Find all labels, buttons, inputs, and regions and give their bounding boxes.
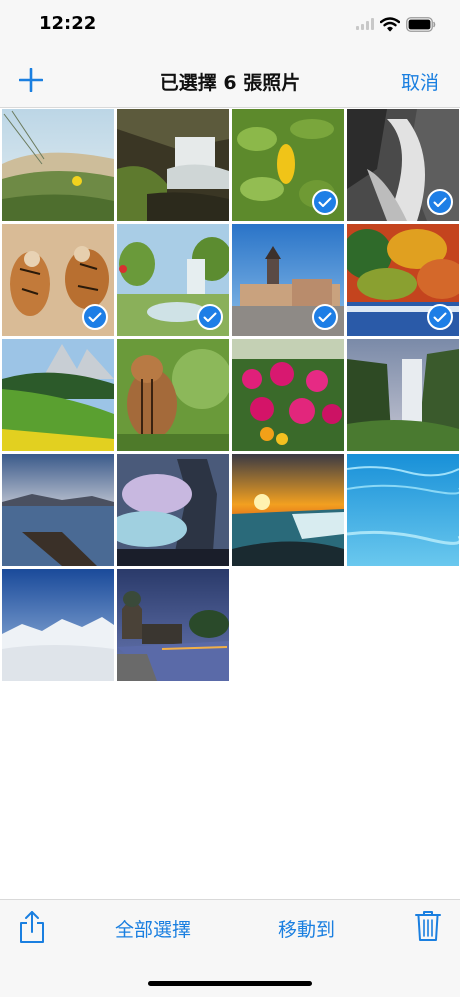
status-icons xyxy=(356,14,436,34)
home-indicator xyxy=(148,981,312,986)
cellular-signal-icon xyxy=(356,18,374,30)
photo-bw-waterfall[interactable] xyxy=(347,109,459,221)
selected-checkmark-icon xyxy=(312,304,338,330)
selected-checkmark-icon xyxy=(427,189,453,215)
photo-grid xyxy=(2,109,460,681)
trash-icon[interactable] xyxy=(415,910,441,942)
photo-waterfall-moss[interactable] xyxy=(117,109,229,221)
photo-cliff-waterfall[interactable] xyxy=(347,339,459,451)
wifi-icon xyxy=(380,16,400,32)
photo-garden-pond[interactable] xyxy=(117,224,229,336)
photo-lake-pier[interactable] xyxy=(2,454,114,566)
photo-old-town[interactable] xyxy=(232,224,344,336)
status-time: 12:22 xyxy=(39,13,97,34)
photo-sunset-waterfall[interactable] xyxy=(232,454,344,566)
battery-icon xyxy=(406,16,436,32)
photo-chipmunk[interactable] xyxy=(117,339,229,451)
select-all-button[interactable]: 全部選擇 xyxy=(115,915,191,942)
photo-autumn-forest[interactable] xyxy=(347,224,459,336)
page-title: 已選擇 6 張照片 xyxy=(159,72,301,94)
photo-fantasy-mountains[interactable] xyxy=(117,454,229,566)
photo-underwater[interactable] xyxy=(347,454,459,566)
photo-green-leaves[interactable] xyxy=(232,109,344,221)
selected-checkmark-icon xyxy=(312,189,338,215)
photo-green-meadow[interactable] xyxy=(2,339,114,451)
status-bar: 12:22 xyxy=(0,0,460,50)
photo-snowy-mountains[interactable] xyxy=(2,569,114,681)
selected-checkmark-icon xyxy=(427,304,453,330)
selected-checkmark-icon xyxy=(82,304,108,330)
cancel-button[interactable]: 取消 xyxy=(401,68,439,95)
photo-grassy-beach[interactable] xyxy=(2,109,114,221)
photo-cathedral-river[interactable] xyxy=(117,569,229,681)
move-to-button[interactable]: 移動到 xyxy=(278,915,335,942)
navigation-bar: 已選擇 6 張照片 取消 xyxy=(0,50,460,108)
photo-pink-flowers[interactable] xyxy=(232,339,344,451)
share-icon[interactable] xyxy=(18,910,46,944)
photo-tigers[interactable] xyxy=(2,224,114,336)
selected-checkmark-icon xyxy=(197,304,223,330)
